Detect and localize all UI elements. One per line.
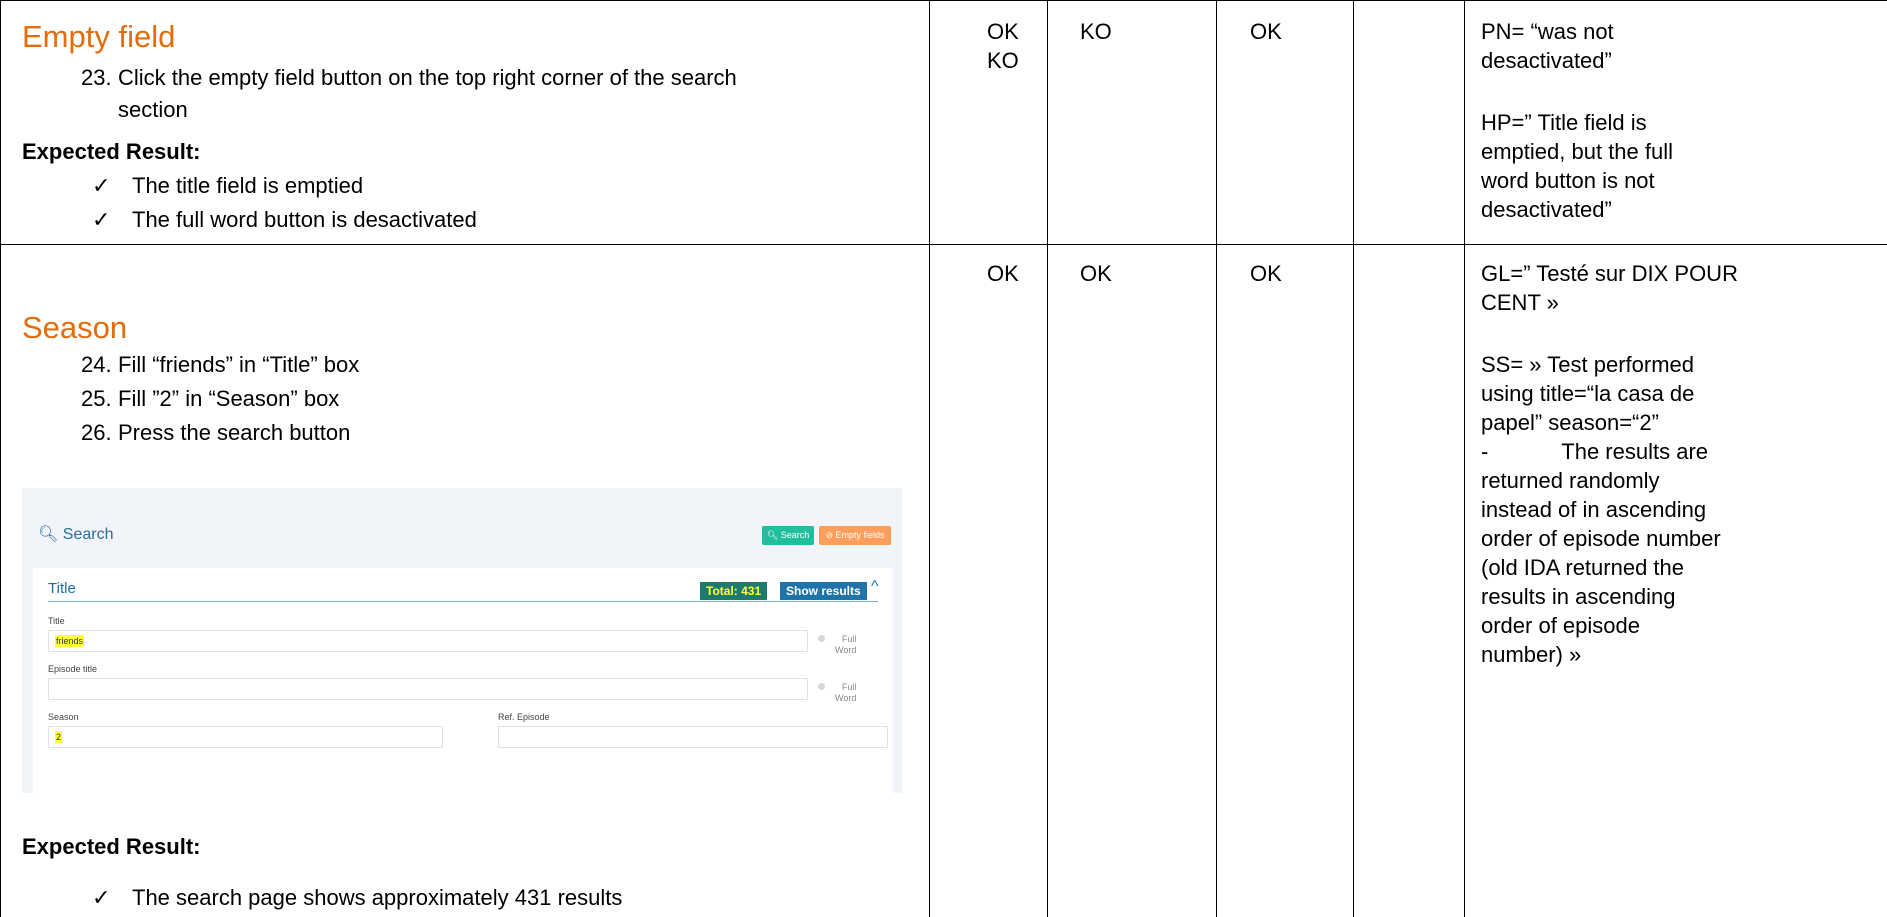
column-divider — [929, 0, 930, 917]
full-word-label: Full Word — [835, 682, 857, 703]
episode-title-input[interactable] — [48, 678, 808, 700]
check-mark-icon: ✓ — [92, 885, 111, 910]
column-divider — [1353, 0, 1354, 917]
comment-line: order of episode number — [1481, 526, 1721, 551]
expected-item: ✓ The full word button is desactivated — [92, 205, 477, 234]
ban-icon: ⊘ — [825, 530, 833, 540]
comment-line — [1481, 75, 1861, 104]
empty-fields-button[interactable]: ⊘ Empty fields — [819, 526, 891, 545]
toggle-dot — [818, 635, 825, 642]
season-input[interactable]: 2 — [48, 726, 443, 748]
panel-title: Title — [48, 580, 76, 597]
step-text: Press the search button — [118, 420, 351, 445]
comment-line: emptied, but the full — [1481, 139, 1674, 164]
step-number: 24. — [81, 352, 112, 377]
comment-line: HP=” Title field is — [1481, 110, 1647, 135]
step-text: Fill ”2” in “Season” box — [118, 386, 340, 411]
section-title: Empty field — [22, 19, 176, 54]
episode-title-label: Episode title — [48, 664, 98, 674]
expected-text: The search page shows approximately 431 … — [132, 885, 623, 910]
step-number: 26. — [81, 420, 112, 445]
embedded-search-screenshot: 🔍︎ Search 🔍︎ Search ⊘ Empty fields Title… — [22, 488, 902, 793]
comment-cell: GL=” Testé sur DIX POUR CENT » SS= » Tes… — [1481, 259, 1881, 669]
status-cell: OK — [1080, 261, 1112, 286]
status-cell: OK — [1250, 261, 1282, 286]
comment-line: using title=“la casa de — [1481, 381, 1695, 406]
comment-line: (old IDA returned the — [1481, 555, 1685, 580]
check-mark-icon: ✓ — [92, 207, 111, 232]
comment-line: GL=” Testé sur DIX POUR — [1481, 261, 1738, 286]
title-input-value: friends — [55, 635, 85, 647]
comment-line — [1481, 317, 1881, 346]
title-panel: Title Total: 431 Show results ^ Title fr… — [33, 568, 893, 793]
section-title: Season — [22, 310, 128, 345]
expected-text: The title field is emptied — [132, 173, 364, 198]
expected-result-label: Expected Result: — [22, 139, 201, 164]
step-text: Fill “friends” in “Title” box — [118, 352, 360, 377]
search-button-label: Search — [780, 530, 810, 540]
comment-cell: PN= “was not desactivated” HP=” Title fi… — [1481, 17, 1861, 224]
check-mark-icon: ✓ — [92, 173, 111, 198]
test-case-empty-field: Empty field 23. Click the empty field but… — [0, 0, 929, 244]
season-label: Season — [48, 712, 79, 722]
search-icon: 🔍︎ — [38, 526, 59, 543]
comment-line: instead of in ascending — [1481, 497, 1707, 522]
expected-item: ✓ The search page shows approximately 431… — [92, 883, 622, 912]
expected-result-label: Expected Result: — [22, 834, 201, 859]
expected-item: ✓ The title field is emptied — [92, 171, 363, 200]
comment-line: desactivated” — [1481, 48, 1612, 73]
title-field-label: Title — [48, 616, 65, 626]
full-word-toggle[interactable]: Full Word — [818, 682, 856, 704]
search-header-text: Search — [62, 526, 114, 543]
comment-line: papel” season=“2” — [1481, 410, 1659, 435]
comment-line: desactivated” — [1481, 197, 1612, 222]
ref-episode-input[interactable] — [498, 726, 888, 748]
toggle-dot — [818, 683, 825, 690]
search-button[interactable]: 🔍︎ Search — [762, 526, 814, 545]
comment-line: number) » — [1481, 642, 1582, 667]
empty-fields-label: Empty fields — [835, 530, 885, 540]
column-divider — [1047, 0, 1048, 917]
status-cell: OK — [1250, 19, 1282, 44]
status-cell: KO — [1080, 19, 1112, 44]
step-item: 23. Click the empty field button on the t… — [81, 63, 737, 92]
panel-underline — [48, 601, 878, 602]
full-word-toggle[interactable]: Full Word — [818, 634, 856, 656]
column-divider — [1464, 0, 1465, 917]
total-badge: Total: 431 — [700, 582, 768, 600]
comment-line: SS= » Test performed — [1481, 352, 1694, 377]
full-word-label: Full Word — [835, 634, 857, 655]
step-number: 25. — [81, 386, 112, 411]
step-item: 24. Fill “friends” in “Title” box — [81, 352, 359, 378]
comment-line: order of episode — [1481, 613, 1640, 638]
show-results-button[interactable]: Show results — [780, 582, 867, 600]
step-item: 26. Press the search button — [81, 420, 350, 446]
chevron-up-icon[interactable]: ^ — [871, 578, 879, 596]
comment-line: CENT » — [1481, 290, 1559, 315]
ref-episode-label: Ref. Episode — [498, 712, 550, 722]
step-continuation: section — [118, 97, 188, 122]
title-input[interactable]: friends — [48, 630, 808, 652]
status-cell: OK KO — [987, 19, 1019, 73]
status-cell: OK — [987, 261, 1019, 286]
column-divider — [1216, 0, 1217, 917]
step-number: 23. — [81, 65, 112, 90]
comment-line: PN= “was not — [1481, 19, 1614, 44]
step-item: 25. Fill ”2” in “Season” box — [81, 386, 339, 412]
search-header: 🔍︎ Search — [38, 524, 113, 544]
comment-line: returned randomly — [1481, 468, 1660, 493]
expected-text: The full word button is desactivated — [132, 207, 477, 232]
comment-line: word button is not — [1481, 168, 1655, 193]
step-text: Click the empty field button on the top … — [118, 65, 737, 90]
comment-line: results in ascending — [1481, 584, 1676, 609]
season-input-value: 2 — [55, 731, 63, 743]
comment-line: - The results are — [1481, 439, 1709, 464]
